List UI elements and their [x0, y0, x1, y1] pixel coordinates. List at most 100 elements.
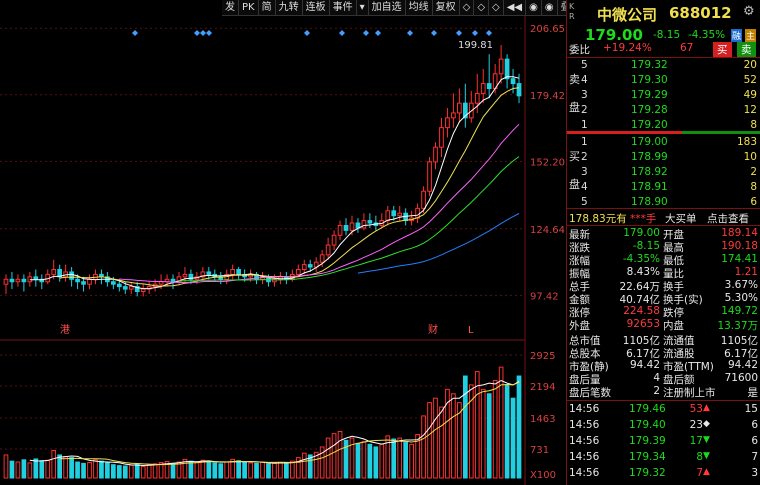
stat-value: 179.00 — [623, 227, 660, 239]
tick-time: 14:56 — [569, 435, 600, 447]
toolbar-item-11[interactable]: ◇ — [474, 0, 490, 15]
weibi-diff: 67 — [680, 42, 694, 54]
volume-bar — [170, 462, 176, 479]
order-volume: 8 — [750, 181, 757, 193]
level: 4 — [581, 74, 588, 86]
stat-row: 外盘 92653 内盘 13.37万 — [567, 318, 760, 332]
toolbar-item-12[interactable]: ◇ — [489, 0, 504, 15]
order-price: 179.30 — [631, 74, 668, 86]
tick-row: 14:56 179.34 8 ▼ 7 — [567, 451, 760, 465]
weibi-value: +19.24% — [603, 42, 652, 54]
level: 5 — [581, 196, 588, 208]
tick-time: 14:56 — [569, 451, 600, 463]
candle-body — [307, 264, 313, 268]
toolbar-item-2[interactable]: 简 — [259, 0, 276, 15]
gear-icon[interactable]: ⚙ — [743, 4, 755, 19]
order-price: 178.92 — [631, 166, 668, 178]
candle-body — [75, 278, 80, 283]
volume-bar — [63, 456, 68, 479]
volume-bar — [242, 461, 247, 479]
candle-body — [15, 278, 21, 283]
candle-body — [451, 112, 456, 119]
volume-bar — [284, 462, 289, 479]
candle-body — [480, 83, 486, 94]
order-volume: 52 — [743, 74, 757, 86]
volume-bar — [15, 461, 21, 479]
toolbar-item-8[interactable]: 均线 — [406, 0, 433, 15]
toolbar-item-10[interactable]: ◇ — [460, 0, 475, 15]
chart-event-marker[interactable]: L — [468, 325, 474, 336]
toolbar-item-6[interactable]: ▾ — [357, 0, 369, 15]
stat-row: 市盈(静) 94.42 市盈(TTM) 94.42 — [567, 359, 760, 373]
bid-ratio-bar — [567, 131, 682, 134]
tick-row: 14:56 179.46 53 ▲ 15 — [567, 403, 760, 417]
volume-bar — [391, 438, 397, 479]
chart-event-marker[interactable]: 港 — [60, 324, 70, 336]
candle-body — [516, 83, 522, 97]
volume-bar — [27, 462, 33, 479]
candle-body — [510, 78, 516, 85]
volume-bar — [337, 430, 343, 479]
stat-value: 190.18 — [721, 240, 758, 252]
margin-badge: 融 — [731, 29, 743, 42]
buy-button[interactable]: 买 — [713, 42, 732, 57]
volume-bar — [433, 397, 438, 479]
info-bar-amount: 178.83元有 — [569, 213, 627, 225]
tick-count: 6 — [751, 419, 758, 431]
volume-bar — [128, 464, 134, 479]
tick-count: 7 — [751, 451, 758, 463]
chart-bg — [0, 0, 565, 485]
volume-bar — [236, 460, 241, 479]
stat-value: 174.41 — [721, 253, 758, 265]
candle-body — [51, 269, 57, 275]
toolbar-item-4[interactable]: 连板 — [303, 0, 330, 15]
volume-bar — [492, 379, 498, 479]
volume-bar — [33, 458, 39, 479]
sells-side-label: 盘 — [569, 101, 580, 114]
stat-value: 5.30% — [724, 292, 758, 304]
stat-row: 涨幅 -4.35% 最低 174.41 — [567, 253, 760, 267]
volume-bar — [146, 464, 152, 479]
volume-bar — [379, 443, 385, 479]
order-price: 179.32 — [631, 59, 668, 71]
volume-bar — [116, 465, 122, 479]
order-volume: 6 — [750, 196, 757, 208]
buys-row: 2 178.99 10 — [567, 151, 760, 165]
main-badge: 主 — [745, 29, 757, 42]
chart-event-marker[interactable]: 财 — [428, 323, 438, 336]
sell-button[interactable]: 卖 — [737, 42, 756, 57]
order-price: 179.28 — [631, 104, 668, 116]
stock-header: KR 中微公司 688012 ⚙ — [567, 2, 760, 24]
toolbar-item-1[interactable]: PK — [239, 0, 259, 15]
candle-body — [236, 269, 241, 275]
info-bar-view[interactable]: 点击查看 — [707, 211, 749, 226]
tick-direction-icon: ◆ — [703, 419, 710, 429]
toolbar-item-3[interactable]: 九转 — [276, 0, 303, 15]
stat-value: 8.43% — [626, 266, 660, 278]
price-tick-label: 179.42 — [530, 91, 565, 102]
level: 1 — [581, 119, 588, 131]
toolbar-item-5[interactable]: 事件 — [330, 0, 357, 15]
ask-ratio-bar — [682, 131, 760, 134]
volume-bar — [266, 463, 271, 479]
price-tick-label: 124.64 — [530, 225, 565, 236]
candle-body — [457, 102, 462, 114]
order-price: 178.99 — [631, 151, 668, 163]
toolbar-item-14[interactable]: ◉ — [526, 0, 542, 15]
stock-code: 688012 — [669, 4, 732, 22]
kline-chart[interactable]: 206.65 179.42 152.20 124.64 97.42 2925 2194 146… — [0, 0, 565, 485]
toolbar-item-9[interactable]: 复权 — [433, 0, 460, 15]
sells-row: 2 179.28 12 — [567, 104, 760, 118]
toolbar-item-7[interactable]: 加自选 — [369, 0, 406, 15]
stat-row: 金额 40.74亿 换手(实) 5.30% — [567, 292, 760, 306]
volume-bar — [45, 459, 51, 479]
volume-bar — [355, 442, 361, 479]
toolbar-item-13[interactable]: ◀◀ — [504, 0, 527, 15]
info-bar[interactable]: 178.83元有 ***手 大买单 点击查看 — [567, 211, 760, 225]
order-volume: 8 — [750, 119, 757, 131]
toolbar-item-0[interactable]: 发 — [222, 0, 239, 15]
stat-value: -4.35% — [622, 253, 660, 265]
candle-body — [33, 276, 39, 280]
sells-row: 3 179.29 49 — [567, 89, 760, 103]
toolbar-item-15[interactable]: ◉ — [542, 0, 558, 15]
